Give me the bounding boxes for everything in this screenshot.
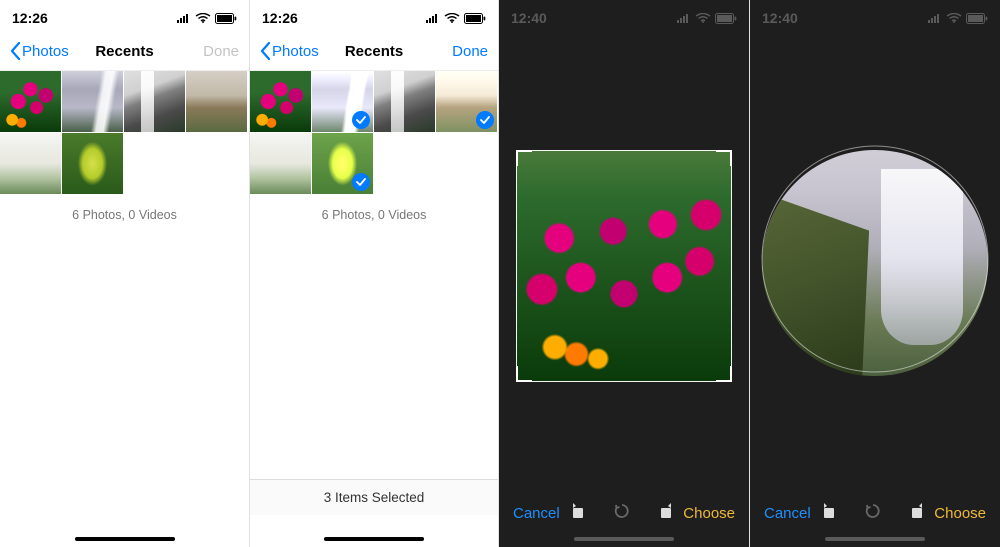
selection-count-bar: 3 Items Selected — [250, 479, 498, 515]
rotate-left-icon[interactable] — [820, 502, 838, 525]
rotate-left-icon[interactable] — [569, 502, 587, 525]
battery-icon — [215, 13, 237, 24]
back-label: Photos — [22, 43, 69, 60]
nav-bar: Photos Recents Done — [0, 32, 249, 71]
reset-icon[interactable] — [613, 502, 631, 525]
signal-icon — [426, 13, 440, 23]
back-label: Photos — [272, 43, 319, 60]
status-time: 12:40 — [762, 10, 798, 26]
crop-toolbar: Cancel Choose — [499, 502, 749, 525]
battery-icon — [966, 13, 988, 24]
crop-toolbar: Cancel Choose — [750, 502, 1000, 525]
cancel-button[interactable]: Cancel — [513, 505, 560, 522]
status-right — [426, 13, 486, 24]
wifi-icon — [195, 13, 211, 23]
reset-icon[interactable] — [864, 502, 882, 525]
crop-image-area[interactable] — [516, 150, 732, 382]
checkmark-icon — [352, 111, 370, 129]
wifi-icon — [444, 13, 460, 23]
chevron-left-icon — [10, 42, 21, 60]
signal-icon — [677, 13, 691, 23]
crop-frame[interactable] — [516, 150, 732, 382]
nav-bar: Photos Recents Done — [250, 32, 498, 71]
home-indicator[interactable] — [324, 537, 424, 541]
crop-handle-tl[interactable] — [516, 150, 532, 166]
photo-thumb[interactable] — [62, 133, 123, 194]
signal-icon — [177, 13, 191, 23]
back-button[interactable]: Photos — [260, 42, 319, 60]
grid-summary: 6 Photos, 0 Videos — [250, 208, 498, 222]
status-bar: 12:26 — [250, 0, 498, 32]
choose-button[interactable]: Choose — [934, 505, 986, 522]
photo-thumb[interactable] — [0, 71, 61, 132]
nav-title: Recents — [345, 43, 403, 60]
wifi-icon — [695, 13, 711, 23]
photo-picker-panel-selected: 12:26 Photos Recents Done — [249, 0, 498, 547]
signal-icon — [928, 13, 942, 23]
status-bar: 12:40 — [750, 0, 1000, 32]
done-button: Done — [203, 43, 239, 60]
status-bar: 12:40 — [499, 0, 749, 32]
chevron-left-icon — [260, 42, 271, 60]
rotate-right-icon[interactable] — [908, 502, 926, 525]
cancel-button[interactable]: Cancel — [764, 505, 811, 522]
status-time: 12:26 — [12, 10, 48, 26]
status-time: 12:40 — [511, 10, 547, 26]
photo-thumb-selected[interactable] — [312, 71, 373, 132]
crop-handle-bl[interactable] — [516, 366, 532, 382]
done-button[interactable]: Done — [452, 43, 488, 60]
photo-picker-panel: 12:26 Photos Recents Done — [0, 0, 249, 547]
photo-thumb-selected[interactable] — [436, 71, 497, 132]
photo-thumb[interactable] — [62, 71, 123, 132]
choose-button[interactable]: Choose — [683, 505, 735, 522]
status-time: 12:26 — [262, 10, 298, 26]
photo-thumb[interactable] — [250, 133, 311, 194]
battery-icon — [464, 13, 486, 24]
photo-thumb-selected[interactable] — [312, 133, 373, 194]
crop-image — [762, 150, 988, 376]
checkmark-icon — [476, 111, 494, 129]
photo-thumb[interactable] — [374, 71, 435, 132]
photo-thumb[interactable] — [186, 71, 247, 132]
status-right — [928, 13, 988, 24]
crop-panel-circle: 12:40 Cancel Choose — [749, 0, 1000, 547]
photo-thumb[interactable] — [250, 71, 311, 132]
checkmark-icon — [352, 173, 370, 191]
crop-handle-tr[interactable] — [716, 150, 732, 166]
crop-image-area[interactable] — [762, 150, 988, 376]
back-button[interactable]: Photos — [10, 42, 69, 60]
home-indicator[interactable] — [825, 537, 925, 541]
photo-grid — [0, 71, 249, 194]
status-right — [677, 13, 737, 24]
crop-panel-square: 12:40 Cancel Choose — [498, 0, 749, 547]
photo-grid — [250, 71, 498, 194]
rotate-right-icon[interactable] — [657, 502, 675, 525]
photo-thumb[interactable] — [124, 71, 185, 132]
grid-summary: 6 Photos, 0 Videos — [0, 208, 249, 222]
photo-thumb[interactable] — [0, 133, 61, 194]
home-indicator[interactable] — [574, 537, 674, 541]
status-right — [177, 13, 237, 24]
crop-handle-br[interactable] — [716, 366, 732, 382]
battery-icon — [715, 13, 737, 24]
status-bar: 12:26 — [0, 0, 249, 32]
home-indicator[interactable] — [75, 537, 175, 541]
nav-title: Recents — [95, 43, 153, 60]
wifi-icon — [946, 13, 962, 23]
